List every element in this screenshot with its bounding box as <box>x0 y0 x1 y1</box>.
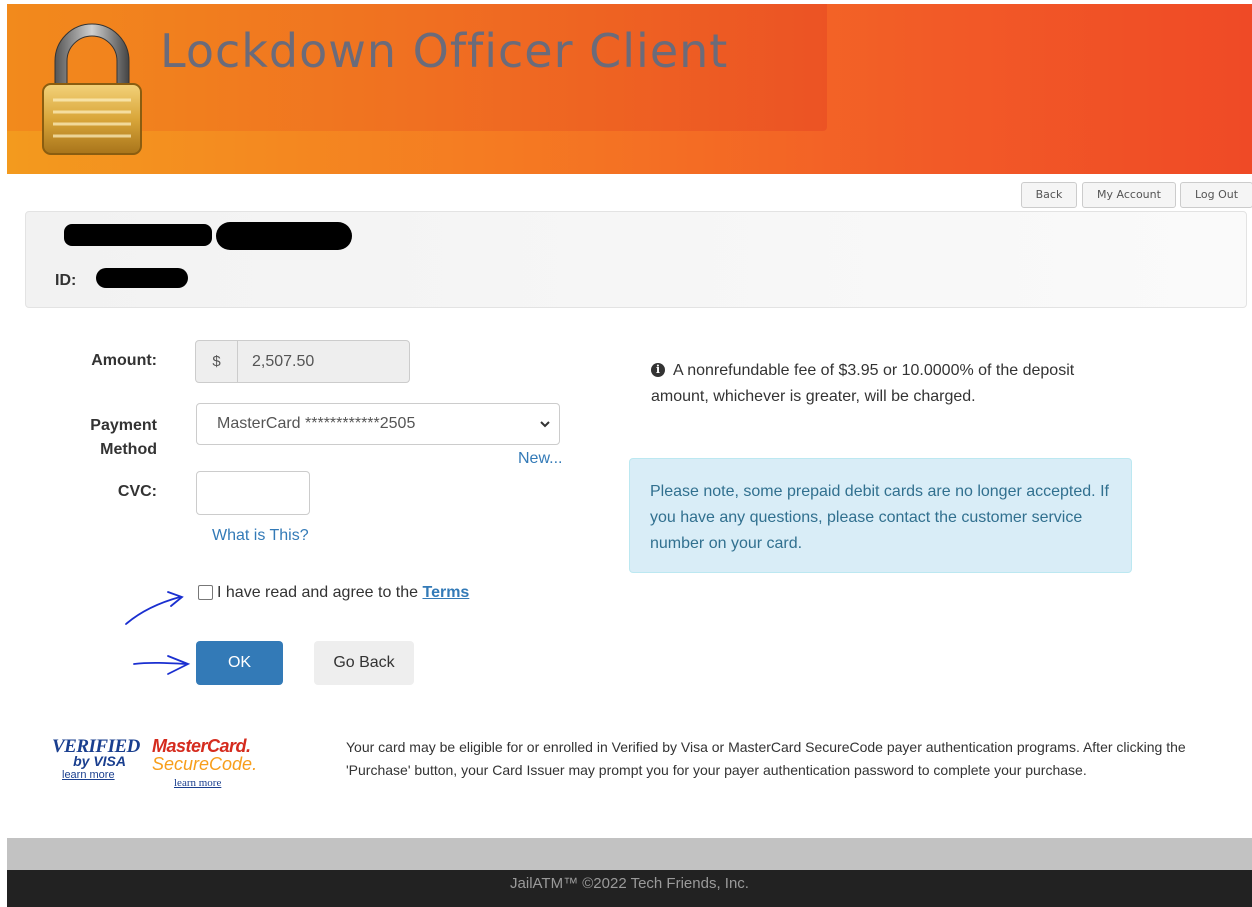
footer-divider-band <box>7 838 1252 870</box>
what-is-this-link[interactable]: What is This? <box>212 527 309 545</box>
amount-value: 2,507.50 <box>252 353 315 370</box>
new-payment-method-link[interactable]: New... <box>518 450 562 468</box>
fee-notice: iA nonrefundable fee of $3.95 or 10.0000… <box>651 358 1091 410</box>
ok-button[interactable]: OK <box>196 641 283 685</box>
vbv-learn-more-link[interactable]: learn more <box>62 769 132 781</box>
my-account-button[interactable]: My Account <box>1082 182 1176 208</box>
mastercard-securecode-logo: MasterCard. SecureCode. learn more <box>152 736 262 796</box>
arrow-to-checkbox <box>125 591 184 625</box>
payment-method-value: MasterCard ************2505 <box>217 415 416 432</box>
app-title: Lockdown Officer Client <box>160 24 729 78</box>
info-icon: i <box>651 363 665 377</box>
amount-field: $ 2,507.50 <box>195 340 410 383</box>
header-banner: Lockdown Officer Client <box>7 4 1252 174</box>
redacted-name-last <box>216 222 352 250</box>
footer-copyright: JailATM™ ©2022 Tech Friends, Inc. <box>7 870 1252 907</box>
redacted-name-first <box>64 224 212 246</box>
terms-agreement-text: I have read and agree to the Terms <box>217 584 469 602</box>
redacted-user-id <box>96 268 188 288</box>
user-id-label: ID: <box>55 272 77 289</box>
terms-prefix: I have read and agree to the <box>217 584 423 601</box>
log-out-button[interactable]: Log Out <box>1180 182 1252 208</box>
arrow-to-ok-button <box>133 655 191 675</box>
fee-notice-text: A nonrefundable fee of $3.95 or 10.0000%… <box>651 362 1075 405</box>
terms-checkbox[interactable] <box>198 585 213 600</box>
payment-method-label-line1: Payment <box>90 417 157 434</box>
back-nav-button[interactable]: Back <box>1021 182 1077 208</box>
amount-label: Amount: <box>91 352 157 369</box>
mc-learn-more-link[interactable]: learn more <box>174 777 262 789</box>
currency-addon: $ <box>196 341 238 382</box>
go-back-button[interactable]: Go Back <box>314 641 414 685</box>
cvc-label: CVC: <box>117 483 157 500</box>
chevron-down-icon <box>540 421 550 428</box>
prepaid-card-notice: Please note, some prepaid debit cards ar… <box>629 458 1132 573</box>
payment-method-select[interactable]: MasterCard ************2505 <box>196 403 560 445</box>
payment-method-label: Payment Method <box>60 414 157 462</box>
mc-line2: SecureCode. <box>152 754 258 774</box>
secure-payment-text: Your card may be eligible for or enrolle… <box>346 739 1186 778</box>
terms-link[interactable]: Terms <box>422 584 469 601</box>
verified-by-visa-logo: VERIFIED by VISA learn more <box>52 736 140 792</box>
padlock-icon <box>42 23 142 155</box>
payment-method-label-line2: Method <box>100 441 157 458</box>
cvc-input[interactable] <box>196 471 310 515</box>
